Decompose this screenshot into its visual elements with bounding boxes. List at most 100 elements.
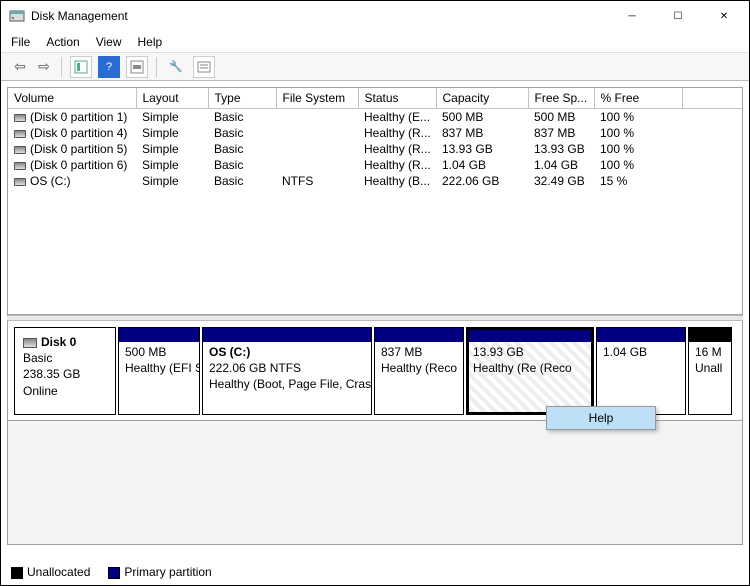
table-row[interactable]: OS (C:)SimpleBasicNTFSHealthy (B...222.0…	[8, 173, 742, 189]
menu-bar: File Action View Help	[1, 31, 749, 53]
cell: Basic	[208, 109, 276, 126]
toolbar: ⇦ ⇨ ? 🔧	[1, 53, 749, 81]
cell: Basic	[208, 157, 276, 173]
help-icon[interactable]: ?	[98, 56, 120, 78]
col-type[interactable]: Type	[208, 88, 276, 109]
partition-unallocated[interactable]: 16 MUnall	[688, 327, 732, 415]
cell: 13.93 GB	[528, 141, 594, 157]
col-layout[interactable]: Layout	[136, 88, 208, 109]
cell: Basic	[208, 141, 276, 157]
col-spacer	[682, 88, 742, 109]
partition-label: 837 MBHealthy (Reco	[375, 342, 463, 378]
cell	[682, 157, 742, 173]
legend-unallocated: Unallocated	[27, 565, 90, 579]
volume-icon	[14, 114, 26, 122]
toolbar-separator	[156, 57, 157, 77]
context-menu-help[interactable]: Help	[547, 407, 655, 429]
empty-area	[7, 421, 743, 545]
cell: Simple	[136, 125, 208, 141]
cell: 15 %	[594, 173, 682, 189]
partition[interactable]: 837 MBHealthy (Reco	[374, 327, 464, 415]
col-pctfree[interactable]: % Free	[594, 88, 682, 109]
cell: Simple	[136, 173, 208, 189]
partition[interactable]: 1.04 GB	[596, 327, 686, 415]
cell: (Disk 0 partition 5)	[8, 141, 136, 157]
table-row[interactable]: (Disk 0 partition 1)SimpleBasicHealthy (…	[8, 109, 742, 126]
cell: 1.04 GB	[436, 157, 528, 173]
close-button[interactable]: ✕	[701, 1, 747, 31]
cell	[276, 109, 358, 126]
col-volume[interactable]: Volume	[8, 88, 136, 109]
refresh-icon[interactable]	[126, 56, 148, 78]
disk-title: Disk 0	[41, 335, 76, 349]
cell: 32.49 GB	[528, 173, 594, 189]
title-bar: Disk Management ─ ☐ ✕	[1, 1, 749, 31]
window-title: Disk Management	[31, 9, 609, 23]
show-hide-console-tree-icon[interactable]	[70, 56, 92, 78]
partition-stripe	[467, 328, 593, 342]
partition[interactable]: 13.93 GBHealthy (Re (Reco	[466, 327, 594, 415]
cell: Simple	[136, 109, 208, 126]
cell: Healthy (R...	[358, 141, 436, 157]
partition-label: 16 MUnall	[689, 342, 731, 378]
legend: Unallocated Primary partition	[11, 565, 212, 579]
cell: Simple	[136, 141, 208, 157]
partition[interactable]: OS (C:)222.06 GB NTFSHealthy (Boot, Page…	[202, 327, 372, 415]
disk-type: Basic	[23, 350, 107, 366]
cell: Simple	[136, 157, 208, 173]
volume-icon	[14, 130, 26, 138]
cell: 222.06 GB	[436, 173, 528, 189]
forward-button[interactable]: ⇨	[35, 58, 53, 75]
properties-icon[interactable]	[193, 56, 215, 78]
cell: NTFS	[276, 173, 358, 189]
partition-stripe	[597, 328, 685, 342]
col-capacity[interactable]: Capacity	[436, 88, 528, 109]
table-row[interactable]: (Disk 0 partition 5)SimpleBasic Healthy (…	[8, 141, 742, 157]
col-filesystem[interactable]: File System	[276, 88, 358, 109]
cell: 13.93 GB	[436, 141, 528, 157]
cell	[682, 141, 742, 157]
cell: 100 %	[594, 157, 682, 173]
table-row[interactable]: (Disk 0 partition 4)SimpleBasicHealthy (…	[8, 125, 742, 141]
cell	[682, 109, 742, 126]
cell	[276, 157, 358, 173]
menu-help[interactable]: Help	[138, 35, 163, 49]
cell: 100 %	[594, 141, 682, 157]
partition-stripe	[689, 328, 731, 342]
cell: 100 %	[594, 125, 682, 141]
cell: 837 MB	[436, 125, 528, 141]
app-icon	[9, 8, 25, 24]
volume-list[interactable]: Volume Layout Type File System Status Ca…	[7, 87, 743, 315]
minimize-button[interactable]: ─	[609, 1, 655, 31]
partition-label: 1.04 GB	[597, 342, 685, 362]
back-button[interactable]: ⇦	[11, 58, 29, 75]
disk-state: Online	[23, 383, 107, 399]
cell: (Disk 0 partition 4)	[8, 125, 136, 141]
cell: 500 MB	[528, 109, 594, 126]
col-free[interactable]: Free Sp...	[528, 88, 594, 109]
context-menu: Help	[546, 406, 656, 430]
partition-stripe	[119, 328, 199, 342]
cell: Healthy (E...	[358, 109, 436, 126]
partition-label: 500 MBHealthy (EFI S	[119, 342, 199, 378]
settings-icon[interactable]: 🔧	[165, 56, 187, 78]
swatch-primary	[108, 567, 120, 579]
partition-label: OS (C:)222.06 GB NTFSHealthy (Boot, Page…	[203, 342, 371, 395]
cell: 100 %	[594, 109, 682, 126]
cell: 500 MB	[436, 109, 528, 126]
cell	[682, 125, 742, 141]
col-status[interactable]: Status	[358, 88, 436, 109]
menu-action[interactable]: Action	[46, 35, 79, 49]
table-row[interactable]: (Disk 0 partition 6)SimpleBasicHealthy (…	[8, 157, 742, 173]
toolbar-separator	[61, 57, 62, 77]
partition[interactable]: 500 MBHealthy (EFI S	[118, 327, 200, 415]
disk-info[interactable]: Disk 0 Basic 238.35 GB Online	[14, 327, 116, 415]
legend-primary: Primary partition	[124, 565, 211, 579]
menu-file[interactable]: File	[11, 35, 30, 49]
swatch-unallocated	[11, 567, 23, 579]
menu-view[interactable]: View	[96, 35, 122, 49]
cell	[682, 173, 742, 189]
maximize-button[interactable]: ☐	[655, 1, 701, 31]
cell: Basic	[208, 125, 276, 141]
volume-icon	[14, 178, 26, 186]
